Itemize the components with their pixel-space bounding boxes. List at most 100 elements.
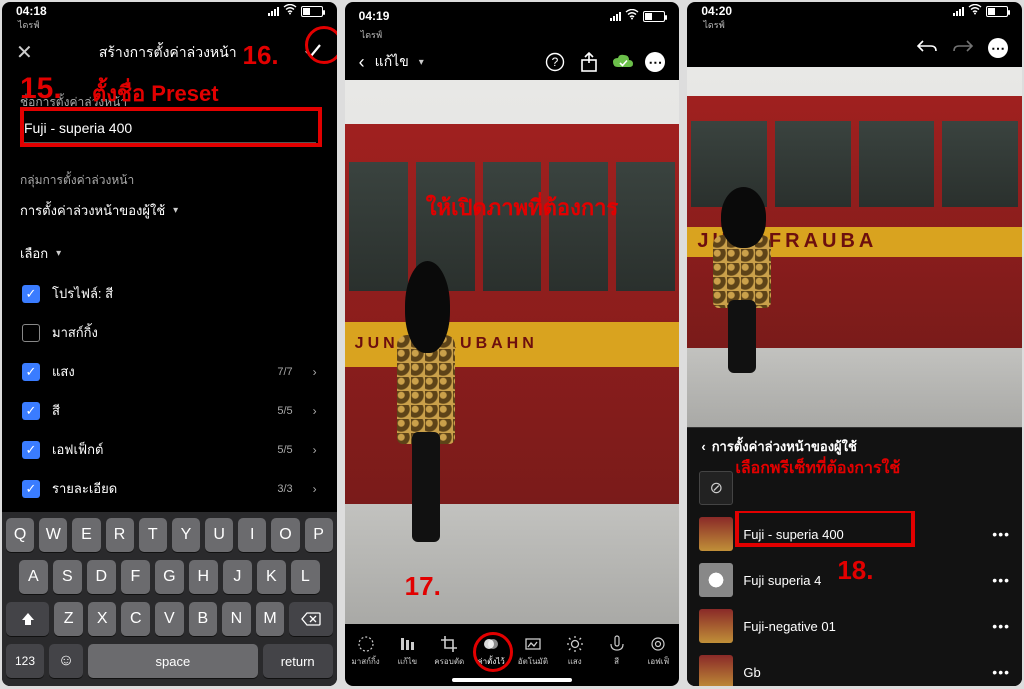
numbers-key[interactable]: 123 bbox=[6, 644, 44, 678]
preset-more-icon[interactable]: ••• bbox=[992, 526, 1010, 542]
status-time: 04:18 bbox=[16, 4, 47, 18]
preset-item-none[interactable]: ⊘ bbox=[687, 465, 1022, 511]
key-z[interactable]: Z bbox=[54, 602, 83, 636]
tool-effects[interactable]: เอฟเฟ็ bbox=[637, 624, 679, 678]
preset-more-icon[interactable]: ••• bbox=[992, 664, 1010, 680]
redo-icon[interactable] bbox=[952, 38, 974, 59]
status-icons bbox=[953, 4, 1008, 18]
checkbox-icon: ✓ bbox=[22, 402, 40, 420]
chevron-right-icon: › bbox=[313, 404, 317, 418]
preset-item-1[interactable]: Fuji superia 4 ••• bbox=[687, 557, 1022, 603]
chevron-right-icon: › bbox=[313, 482, 317, 496]
key-r[interactable]: R bbox=[106, 518, 134, 552]
key-s[interactable]: S bbox=[53, 560, 82, 594]
key-x[interactable]: X bbox=[88, 602, 117, 636]
emoji-key[interactable]: ☺ bbox=[49, 644, 83, 678]
key-i[interactable]: I bbox=[238, 518, 266, 552]
carrier-label: ไดรฟ์ bbox=[687, 18, 1022, 34]
status-bar: 04:20 bbox=[687, 2, 1022, 18]
close-icon[interactable]: ✕ bbox=[16, 40, 33, 65]
space-key[interactable]: space bbox=[88, 644, 258, 678]
screen-3-apply-preset: 04:20 ไดรฟ์ ⋯ JUNGFRAUBA ‹ การตั้งค่าล่ว… bbox=[687, 2, 1022, 686]
preset-more-icon[interactable]: ••• bbox=[992, 618, 1010, 634]
tool-auto[interactable]: อัตโนมัติ bbox=[512, 624, 554, 678]
key-u[interactable]: U bbox=[205, 518, 233, 552]
checkbox-icon: ✓ bbox=[22, 285, 40, 303]
tool-crop[interactable]: ครอบตัด bbox=[428, 624, 470, 678]
key-d[interactable]: D bbox=[87, 560, 116, 594]
preset-thumb bbox=[699, 517, 733, 551]
create-preset-nav: ✕ สร้างการตั้งค่าล่วงหน้า bbox=[2, 34, 337, 71]
shift-key[interactable] bbox=[6, 602, 49, 636]
key-l[interactable]: L bbox=[291, 560, 320, 594]
option-light[interactable]: ✓แสง7/7› bbox=[16, 352, 323, 391]
key-q[interactable]: Q bbox=[6, 518, 34, 552]
tool-edit[interactable]: แก้ไข bbox=[387, 624, 429, 678]
home-indicator[interactable] bbox=[452, 678, 572, 682]
preset-panel: ‹ การตั้งค่าล่วงหน้าของผู้ใช้ เลือกพรีเซ… bbox=[687, 427, 1022, 686]
backspace-key[interactable] bbox=[289, 602, 332, 636]
option-masking[interactable]: มาสก์กิ้ง bbox=[16, 313, 323, 352]
key-k[interactable]: K bbox=[257, 560, 286, 594]
confirm-button[interactable] bbox=[303, 41, 323, 64]
share-icon[interactable] bbox=[577, 50, 601, 74]
key-j[interactable]: J bbox=[223, 560, 252, 594]
photo-viewer[interactable]: JUNGFRAUBAHN ให้เปิดภาพที่ต้องการ bbox=[345, 80, 680, 624]
tool-preset[interactable]: ค่าตั้งไว้ bbox=[470, 624, 512, 678]
option-color[interactable]: ✓สี5/5› bbox=[16, 391, 323, 430]
signal-icon bbox=[268, 6, 279, 16]
battery-icon bbox=[643, 11, 665, 22]
preset-group-dropdown[interactable]: การตั้งค่าล่วงหน้าของผู้ใช้ ▾ bbox=[2, 194, 337, 227]
key-h[interactable]: H bbox=[189, 560, 218, 594]
preset-name-input[interactable] bbox=[22, 116, 316, 143]
edit-toolbar: มาสก์กิ้ง แก้ไข ครอบตัด ค่าตั้งไว้ อัตโน… bbox=[345, 624, 680, 678]
more-icon[interactable]: ⋯ bbox=[645, 52, 665, 72]
key-v[interactable]: V bbox=[155, 602, 184, 636]
preset-item-0[interactable]: Fuji - superia 400 ••• bbox=[687, 511, 1022, 557]
key-y[interactable]: Y bbox=[172, 518, 200, 552]
more-icon[interactable]: ⋯ bbox=[988, 38, 1008, 58]
checkbox-icon: ✓ bbox=[22, 480, 40, 498]
preset-item-2[interactable]: Fuji-negative 01 ••• bbox=[687, 603, 1022, 649]
help-icon[interactable]: ? bbox=[543, 50, 567, 74]
status-icons bbox=[610, 9, 665, 23]
carrier-label: ไดรฟ์ bbox=[345, 28, 680, 44]
preset-item-3[interactable]: Gb ••• bbox=[687, 649, 1022, 686]
key-b[interactable]: B bbox=[189, 602, 218, 636]
back-icon[interactable]: ‹ bbox=[359, 52, 365, 73]
status-bar: 04:19 bbox=[345, 2, 680, 28]
key-t[interactable]: T bbox=[139, 518, 167, 552]
tool-light[interactable]: แสง bbox=[554, 624, 596, 678]
option-detail[interactable]: ✓รายละเอียด3/3› bbox=[16, 469, 323, 508]
tool-mask[interactable]: มาสก์กิ้ง bbox=[345, 624, 387, 678]
checkbox-icon: ✓ bbox=[22, 441, 40, 459]
select-dropdown[interactable]: เลือก ▾ bbox=[2, 237, 337, 270]
wifi-icon bbox=[968, 4, 982, 18]
screen-1-create-preset: 04:18 ไดรฟ์ ✕ สร้างการตั้งค่าล่วงหน้า 16… bbox=[2, 2, 337, 686]
preset-panel-back[interactable]: ‹ การตั้งค่าล่วงหน้าของผู้ใช้ bbox=[687, 428, 1022, 465]
key-e[interactable]: E bbox=[72, 518, 100, 552]
key-g[interactable]: G bbox=[155, 560, 184, 594]
key-n[interactable]: N bbox=[222, 602, 251, 636]
nav-back-label[interactable]: แก้ไข bbox=[375, 51, 409, 73]
chevron-down-icon[interactable]: ▾ bbox=[419, 57, 424, 68]
return-key[interactable]: return bbox=[263, 644, 333, 678]
check-icon bbox=[303, 41, 323, 61]
tool-color[interactable]: สี bbox=[596, 624, 638, 678]
battery-icon bbox=[301, 6, 323, 17]
cloud-sync-icon[interactable] bbox=[611, 50, 635, 74]
key-w[interactable]: W bbox=[39, 518, 67, 552]
photo-viewer[interactable]: JUNGFRAUBA bbox=[687, 67, 1022, 427]
preset-options-list: ✓โปรไฟล์: สี มาสก์กิ้ง ✓แสง7/7› ✓สี5/5› … bbox=[2, 270, 337, 512]
option-profile[interactable]: ✓โปรไฟล์: สี bbox=[16, 274, 323, 313]
key-f[interactable]: F bbox=[121, 560, 150, 594]
undo-icon[interactable] bbox=[916, 38, 938, 59]
preset-more-icon[interactable]: ••• bbox=[992, 572, 1010, 588]
key-p[interactable]: P bbox=[305, 518, 333, 552]
key-m[interactable]: M bbox=[256, 602, 285, 636]
option-effects[interactable]: ✓เอฟเฟ็กต์5/5› bbox=[16, 430, 323, 469]
key-o[interactable]: O bbox=[271, 518, 299, 552]
keyboard-row-3: Z X C V B N M bbox=[6, 602, 333, 636]
key-c[interactable]: C bbox=[121, 602, 150, 636]
key-a[interactable]: A bbox=[19, 560, 48, 594]
